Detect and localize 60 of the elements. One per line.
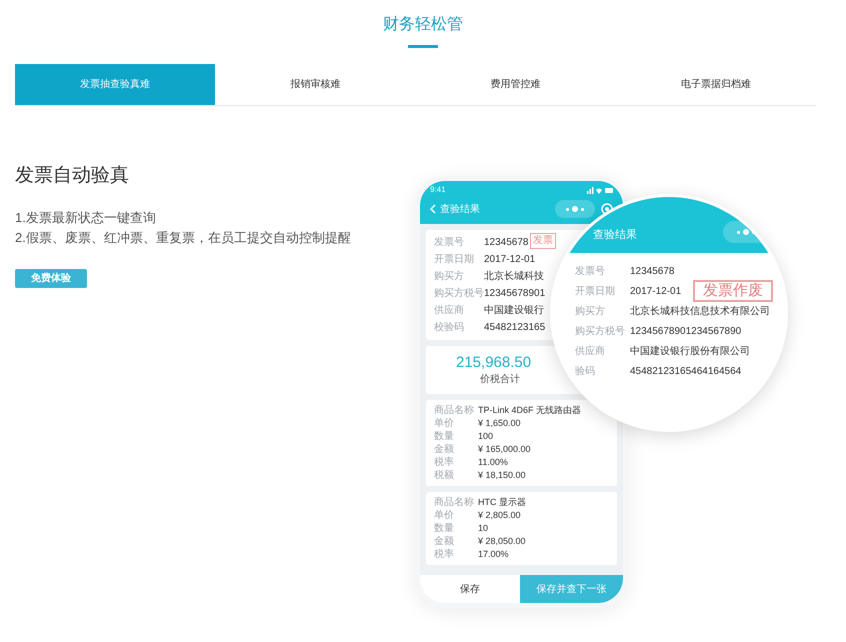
screen-title: 查验结果 xyxy=(440,202,480,216)
field-label: 发票号 xyxy=(575,264,606,278)
title-underline xyxy=(408,45,438,48)
feature-heading: 发票自动验真 xyxy=(15,164,130,188)
field-value: 北京长城科技 xyxy=(484,270,544,284)
field-value: 2017-12-01 xyxy=(484,253,536,267)
capsule-menu-icon[interactable] xyxy=(555,200,595,218)
lens-title: 查验结果 xyxy=(593,228,637,242)
field-label: 商品名称 xyxy=(434,496,475,510)
field-label: 金额 xyxy=(434,534,455,548)
feature-point: 2.假票、废票、红冲票、重复票，在员工提交自动控制提醒 xyxy=(15,229,352,247)
field-label: 购买方 xyxy=(434,270,465,284)
field-label: 税额 xyxy=(434,468,455,483)
field-label: 金额 xyxy=(434,442,455,456)
field-value: ¥ 18,150.00 xyxy=(478,468,526,482)
field-value: ¥ 2,805.00 xyxy=(478,508,521,522)
field-value: 100 xyxy=(478,430,494,443)
field-label: 校验码 xyxy=(434,320,465,335)
field-value: 12345678901 xyxy=(484,287,546,301)
field-label: 供应商 xyxy=(434,304,465,318)
field-value: 中国建设银行 xyxy=(484,304,544,318)
field-value: 11.00% xyxy=(478,456,508,469)
field-value: 2017-12-01 xyxy=(630,284,682,298)
total-amount: 215,968.50 xyxy=(456,354,532,372)
void-stamp: 发票作废 xyxy=(693,280,773,302)
field-value: 12345678901234567890 xyxy=(630,324,742,338)
field-label: 开票日期 xyxy=(575,284,616,298)
field-label: 发票号 xyxy=(434,236,465,250)
field-value: 45482123165 xyxy=(484,321,546,335)
field-label: 购买方税号 xyxy=(575,324,626,338)
field-value: HTC 显示器 xyxy=(478,496,526,509)
field-label: 购买方税号 xyxy=(434,286,484,301)
field-label: 单价 xyxy=(434,416,455,431)
field-value: 北京长城科技信息技术有限公司 xyxy=(630,304,770,318)
field-value: 10 xyxy=(478,522,488,535)
field-label: 数量 xyxy=(434,430,455,444)
status-time: 9:41 xyxy=(430,184,446,196)
field-value: ¥ 165,000.00 xyxy=(478,442,531,456)
field-value: 12345678 xyxy=(484,236,528,250)
field-value: ¥ 1,650.00 xyxy=(478,416,521,430)
section-title: 财务轻松管 xyxy=(383,14,463,35)
back-icon[interactable] xyxy=(430,204,436,214)
field-label: 商品名称 xyxy=(434,404,475,418)
field-value: 17.00% xyxy=(478,548,509,561)
field-label: 供应商 xyxy=(575,344,606,358)
field-value: ¥ 28,050.00 xyxy=(478,534,526,548)
field-label: 单价 xyxy=(434,508,455,523)
field-value: TP-Link 4D6F 无线路由器 xyxy=(478,404,582,417)
field-label: 税率 xyxy=(434,456,455,470)
field-label: 验码 xyxy=(575,364,596,378)
field-value: 中国建设银行股份有限公司 xyxy=(630,344,750,358)
field-value: 12345678 xyxy=(630,264,674,278)
field-label: 开票日期 xyxy=(434,252,475,267)
status-icons xyxy=(587,186,613,194)
field-label: 数量 xyxy=(434,522,455,536)
field-label: 税率 xyxy=(434,548,455,562)
field-label: 购买方 xyxy=(575,304,606,318)
total-label: 价税合计 xyxy=(480,372,520,386)
field-value: 45482123165464164564 xyxy=(630,364,742,378)
feature-point: 1.发票最新状态一键查询 xyxy=(15,209,157,227)
